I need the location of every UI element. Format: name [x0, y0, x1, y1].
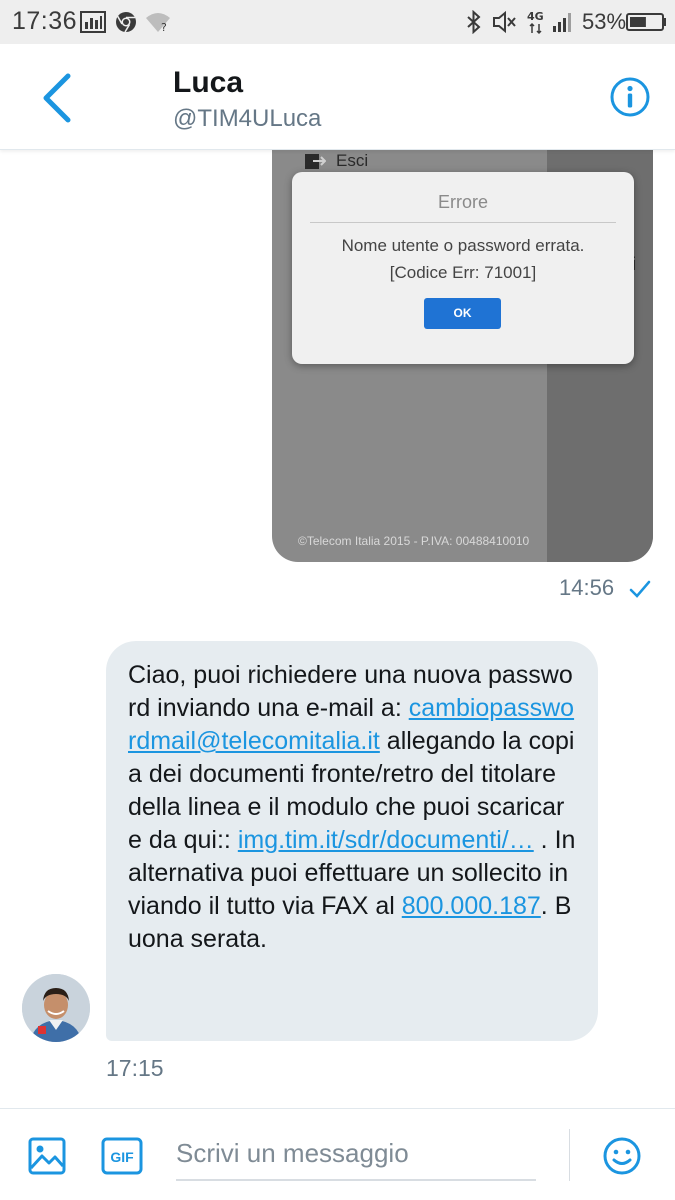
- error-dialog: Errore Nome utente o password errata. [C…: [292, 172, 634, 364]
- sent-message-time: 14:56: [559, 575, 615, 600]
- svg-text:?: ?: [161, 21, 167, 34]
- image-copyright: ©Telecom Italia 2015 - P.IVA: 0048841001…: [298, 534, 530, 548]
- exit-icon: [305, 154, 326, 169]
- check-icon: [628, 578, 652, 605]
- dialog-ok-button: OK: [424, 298, 501, 329]
- emoji-icon: [603, 1137, 641, 1175]
- stats-icon: [80, 10, 106, 39]
- emoji-button[interactable]: [602, 1136, 642, 1181]
- dialog-message: Nome utente o password errata. [Codice E…: [292, 232, 634, 286]
- network-label: 4G: [527, 10, 544, 23]
- composer-divider: [569, 1129, 570, 1181]
- battery-fill: [630, 17, 646, 27]
- dialog-title: Errore: [437, 192, 488, 212]
- received-message-text: Ciao, puoi richiedere una nuova password…: [128, 659, 576, 956]
- message-composer: GIF: [0, 1108, 675, 1200]
- dialog-message-line1: Nome utente o password errata.: [341, 236, 585, 255]
- dialog-divider: [310, 222, 616, 223]
- signal-icon: [551, 10, 575, 39]
- image-menu-label: Esci: [336, 151, 369, 170]
- dialog-message-line2: [Codice Err: 71001]: [389, 263, 537, 282]
- message-input[interactable]: [176, 1127, 536, 1181]
- battery-percent: 53%: [582, 9, 627, 34]
- info-icon: [610, 77, 650, 117]
- back-button[interactable]: [36, 72, 80, 124]
- received-message-time: 17:15: [106, 1055, 164, 1081]
- received-message-bubble: Ciao, puoi richiedere una nuova password…: [106, 641, 598, 1041]
- contact-name[interactable]: Luca: [173, 66, 243, 100]
- sent-image-message[interactable]: Esci gi Errore Nome utente o password er…: [272, 150, 653, 562]
- document-link[interactable]: img.tim.it/sdr/documenti/…: [238, 826, 534, 854]
- mute-icon: [492, 10, 518, 39]
- phone-link[interactable]: 800.000.187: [402, 892, 541, 920]
- image-menu-row: Esci: [304, 150, 368, 172]
- contact-handle[interactable]: @TIM4ULuca: [173, 105, 321, 133]
- gif-icon: GIF: [101, 1137, 143, 1175]
- image-icon: [28, 1137, 66, 1175]
- back-arrow-icon: [43, 73, 71, 123]
- battery-icon: [626, 12, 668, 37]
- sender-avatar[interactable]: [22, 974, 90, 1042]
- add-gif-button[interactable]: GIF: [101, 1137, 143, 1180]
- conversation-header: Luca @TIM4ULuca: [0, 44, 675, 150]
- wifi-unknown-icon: ?: [145, 10, 171, 39]
- chrome-icon: [114, 10, 138, 39]
- gif-label: GIF: [110, 1149, 134, 1165]
- status-bar: 17:36 ? 4G 53%: [0, 0, 675, 44]
- add-image-button[interactable]: [28, 1137, 66, 1180]
- bluetooth-icon: [466, 9, 482, 39]
- info-button[interactable]: [609, 76, 651, 118]
- network-4g-icon: 4G: [526, 9, 546, 40]
- status-time: 17:36: [12, 7, 78, 35]
